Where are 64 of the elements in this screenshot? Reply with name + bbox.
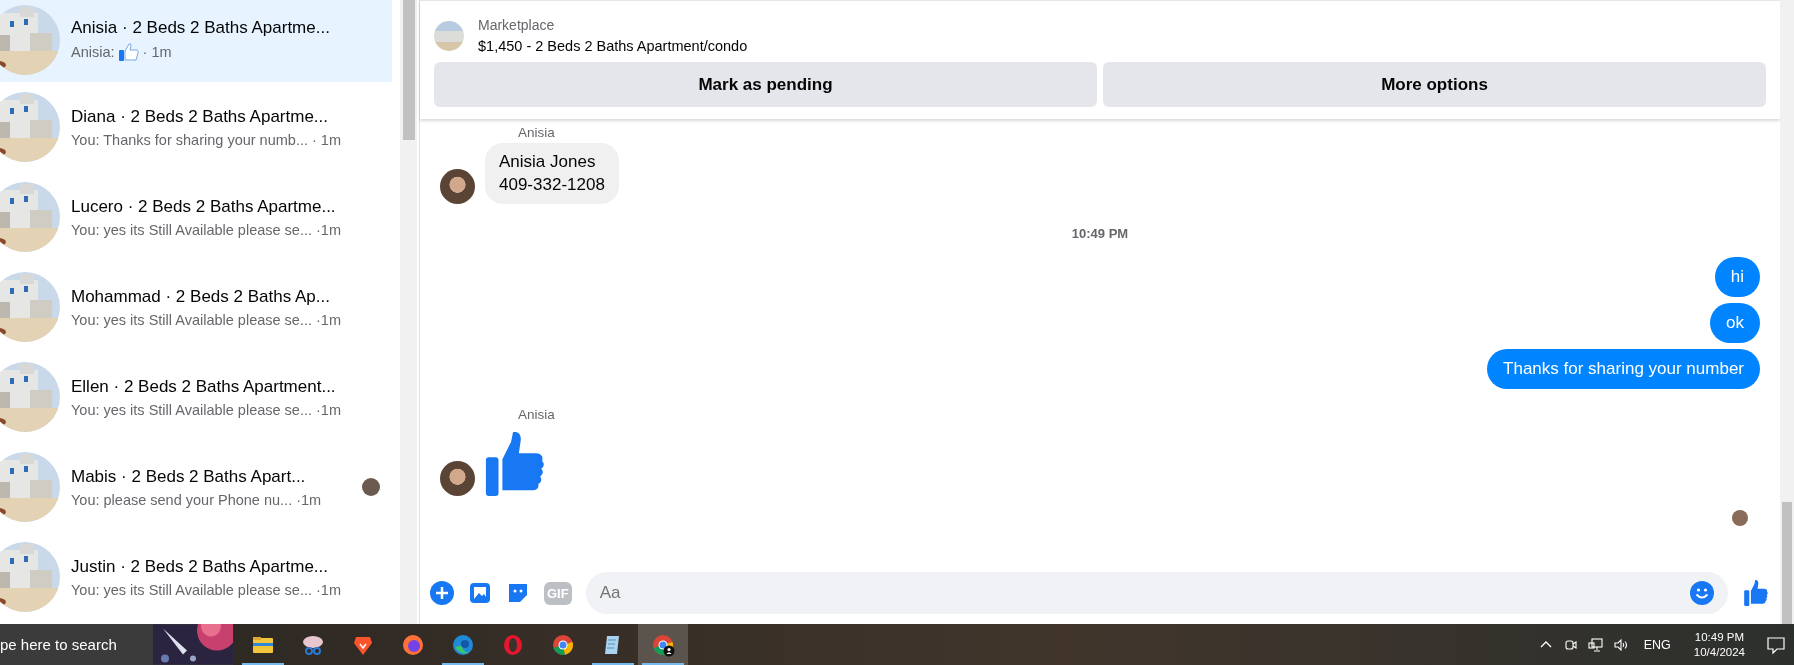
message-bubble: Anisia Jones 409-332-1208 — [485, 143, 619, 204]
message-bubble: ok — [1710, 303, 1760, 343]
avatar — [440, 461, 475, 496]
conversation-item[interactable]: Justin · 2 Beds 2 Baths Apartme... You: yes its Still Available please se... ·1m — [0, 532, 392, 622]
conversation-item[interactable]: Ellen · 2 Beds 2 Baths Apartment... You: yes its Still Available please se... ·1m — [0, 352, 392, 442]
action-button[interactable]: Mark as pending — [434, 62, 1097, 107]
message-preview: You: yes its Still Available please se... — [71, 581, 312, 598]
clock[interactable]: 10:49 PM 10/4/2024 — [1693, 631, 1745, 658]
message-preview: You: yes its Still Available please se... — [71, 311, 312, 328]
message-preview: You: yes its Still Available please se... — [71, 221, 312, 238]
app-icon — [501, 632, 525, 657]
conversation-title: Lucero · 2 Beds 2 Baths Apartme... — [71, 196, 337, 217]
conversation-item[interactable]: Diana · 2 Beds 2 Baths Apartme... You: Thanks for sharing your numb... · 1m — [0, 82, 392, 172]
conversation-title: Anisia · 2 Beds 2 Baths Apartme... — [71, 18, 330, 38]
conversation-title: Mabis · 2 Beds 2 Baths Apart... — [71, 466, 307, 487]
message-preview: You: please send your Phone nu... — [71, 491, 293, 508]
app-icon — [551, 632, 575, 657]
message-time: ·1m — [296, 491, 322, 508]
search-field[interactable]: pe here to search — [0, 624, 233, 665]
message-time: ·1m — [316, 311, 341, 328]
message-bubble: Thanks for sharing your number — [1487, 349, 1760, 389]
conversation-title: Mohammad · 2 Beds 2 Baths Ap... — [71, 286, 331, 307]
message-field[interactable]: Aa — [585, 572, 1728, 614]
conversation-item[interactable]: Mabis · 2 Beds 2 Baths Apart... You: please send your Phone nu... ·1m — [0, 442, 392, 532]
network-icon[interactable] — [1587, 636, 1604, 653]
action-button[interactable]: More options — [1103, 62, 1766, 107]
sender-name: Anisia — [518, 407, 556, 422]
avatar — [1732, 510, 1748, 526]
scrollbar[interactable] — [1780, 0, 1794, 624]
add-icon[interactable] — [430, 581, 454, 605]
emoji-icon[interactable] — [1690, 581, 1714, 605]
message-time: ·1m — [316, 581, 341, 598]
listing-label: Marketplace — [478, 17, 556, 33]
thumbs-up-icon[interactable] — [1744, 580, 1768, 606]
conversation-item[interactable]: Mohammad · 2 Beds 2 Baths Ap... You: yes its Still Available please se... ·1m — [0, 262, 392, 352]
message-time: ·1m — [316, 401, 341, 418]
timestamp: 10:49 PM — [1071, 226, 1129, 241]
speaker-icon[interactable] — [1612, 636, 1629, 653]
message-time: · 1m — [142, 44, 172, 60]
language-indicator[interactable]: ENG — [1643, 637, 1671, 652]
conversation-item[interactable]: Anisia · 2 Beds 2 Baths Apartme... Anisia: · 1m — [0, 0, 392, 82]
conversation-title: Ellen · 2 Beds 2 Baths Apartment... — [71, 376, 337, 397]
conversation-item[interactable]: Lucero · 2 Beds 2 Baths Apartme... You: yes its Still Available please se... ·1m — [0, 172, 392, 262]
message-bubble: hi — [1714, 257, 1760, 297]
taskbar-app[interactable] — [638, 624, 688, 665]
listing-title: $1,450 - 2 Beds 2 Baths Apartment/condo — [478, 38, 748, 54]
app-icon — [451, 632, 475, 657]
sticker-icon[interactable] — [506, 581, 530, 605]
scrollbar[interactable] — [400, 0, 417, 624]
image-icon[interactable] — [468, 581, 492, 605]
conversation-title: Diana · 2 Beds 2 Baths Apartme... — [71, 106, 330, 127]
message-time: ·1m — [316, 221, 341, 238]
notification-icon[interactable] — [1766, 634, 1786, 655]
thumbs-up-icon — [485, 432, 545, 496]
thumbs-up-icon — [118, 43, 139, 61]
avatar — [440, 169, 475, 204]
message-preview: You: yes its Still Available please se... — [71, 401, 312, 418]
sender-name: Anisia — [518, 125, 556, 140]
app-icon — [651, 632, 675, 657]
conversation-title: Justin · 2 Beds 2 Baths Apartme... — [71, 556, 330, 577]
message-time: · 1m — [312, 131, 341, 148]
message-preview: You: Thanks for sharing your numb... — [71, 131, 308, 148]
message-preview: Anisia: — [71, 44, 115, 60]
app-icon — [401, 632, 425, 657]
